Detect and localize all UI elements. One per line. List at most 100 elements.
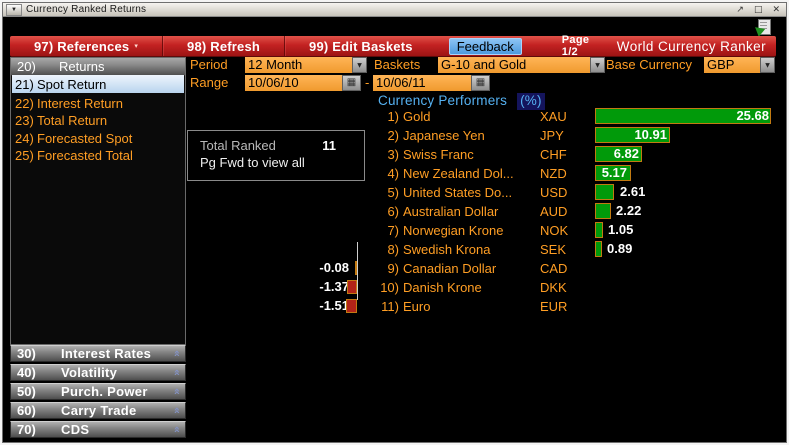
currency-row[interactable]: 9) Canadian Dollar CAD xyxy=(373,259,575,278)
currency-row[interactable]: 2) Japanese Yen JPY xyxy=(373,126,575,145)
range-label: Range xyxy=(190,75,229,90)
row-num: 9) xyxy=(387,261,399,276)
currency-row[interactable]: 8) Swedish Krona SEK xyxy=(373,240,575,259)
row-num: 6) xyxy=(387,204,399,219)
row-name: Canadian Dollar xyxy=(403,261,497,276)
app-area: 97) References ▾ 98) Refresh 99) Edit Ba… xyxy=(3,17,786,442)
total-ranked-value: 11 xyxy=(322,138,336,153)
export-icon[interactable] xyxy=(751,18,773,37)
references-button[interactable]: 97) References ▾ xyxy=(10,36,164,56)
base-currency-dropdown-button[interactable]: ▼ xyxy=(760,57,775,73)
window-title: Currency Ranked Returns xyxy=(26,4,147,15)
range-end-calendar-button[interactable]: ▦ xyxy=(471,75,490,91)
item-label: Interest Return xyxy=(37,96,123,111)
sidebar-item-purch-power[interactable]: 50) Purch. Power » xyxy=(10,383,186,400)
row-num: 5) xyxy=(387,185,399,200)
currency-row[interactable]: 10) Danish Krone DKK xyxy=(373,278,575,297)
base-currency-label: Base Currency xyxy=(606,57,692,72)
sidebar-header-returns[interactable]: 20) Returns xyxy=(11,58,185,76)
page-indicator: Page 1/2 xyxy=(561,34,590,58)
range-start-field[interactable]: 10/06/10 xyxy=(245,75,345,91)
maximize-icon[interactable]: □ xyxy=(751,5,766,15)
row-num: 4) xyxy=(387,166,399,181)
row-num: 8) xyxy=(387,242,399,257)
currency-row[interactable]: 1) Gold XAU xyxy=(373,107,575,126)
sidebar-header-label: Returns xyxy=(59,59,105,74)
refresh-button[interactable]: 98) Refresh xyxy=(163,36,286,56)
item-label: Total Return xyxy=(37,113,108,128)
sidebar-item-interest-rates[interactable]: 30) Interest Rates » xyxy=(10,345,186,362)
chevron-up-icon: » xyxy=(169,406,183,415)
sidebar-item-forecasted-total[interactable]: 25) Forecasted Total xyxy=(12,147,184,164)
bar-value-label: 5.17 xyxy=(601,165,627,180)
row-num: 1) xyxy=(387,109,399,124)
currency-row[interactable]: 6) Australian Dollar AUD xyxy=(373,202,575,221)
sidebar-item-forecasted-spot[interactable]: 24) Forecasted Spot xyxy=(12,130,184,147)
sidebar-item-total-return[interactable]: 23) Total Return xyxy=(12,112,184,129)
refresh-label: 98) Refresh xyxy=(187,38,261,54)
bar-value-label: -1.51 xyxy=(319,298,349,313)
currency-row[interactable]: 11) Euro EUR xyxy=(373,297,575,316)
base-currency-field[interactable]: GBP xyxy=(704,57,763,73)
value-bar-positive xyxy=(595,203,611,219)
baskets-dropdown-button[interactable]: ▼ xyxy=(590,57,605,73)
bar-value-label: 1.05 xyxy=(608,222,634,237)
sidebar-item-carry-trade[interactable]: 60) Carry Trade » xyxy=(10,402,186,419)
window-menu-button[interactable]: ▼ xyxy=(6,3,22,16)
currency-row[interactable]: 4) New Zealand Dol... NZD xyxy=(373,164,575,183)
row-name: Danish Krone xyxy=(403,280,482,295)
item-num: 21) xyxy=(15,76,34,92)
chevron-up-icon: » xyxy=(169,368,183,377)
dropdown-icon: ▼ xyxy=(357,61,362,69)
item-num: 40) xyxy=(17,365,36,380)
edit-baskets-button[interactable]: 99) Edit Baskets xyxy=(285,36,437,56)
baskets-field[interactable]: G-10 and Gold xyxy=(438,57,595,73)
item-num: 30) xyxy=(17,346,36,361)
sidebar-item-volatility[interactable]: 40) Volatility » xyxy=(10,364,186,381)
bar-value-label: -0.08 xyxy=(319,260,349,275)
value-bar-negative xyxy=(347,280,357,294)
item-num: 24) xyxy=(15,131,34,146)
row-ticker: NZD xyxy=(540,166,567,181)
pg-fwd-note: Pg Fwd to view all xyxy=(200,155,305,170)
value-bar-negative xyxy=(346,299,357,313)
period-field[interactable]: 12 Month xyxy=(245,57,355,73)
sidebar-item-interest-return[interactable]: 22) Interest Return xyxy=(12,95,184,112)
sidebar-item-cds[interactable]: 70) CDS » xyxy=(10,421,186,438)
row-ticker: JPY xyxy=(540,128,564,143)
popout-icon[interactable]: ↗ xyxy=(733,5,747,15)
row-name: Euro xyxy=(403,299,431,314)
bar-value-label: -1.37 xyxy=(319,279,349,294)
total-ranked-box: Total Ranked 11 Pg Fwd to view all xyxy=(187,130,365,181)
item-label: Volatility xyxy=(61,365,118,380)
row-ticker: EUR xyxy=(540,299,568,314)
period-label: Period xyxy=(190,57,228,72)
range-start-calendar-button[interactable]: ▦ xyxy=(342,75,361,91)
feedback-button[interactable]: Feedback xyxy=(448,37,522,55)
chevron-up-icon: » xyxy=(169,349,183,358)
total-ranked-label: Total Ranked xyxy=(200,138,276,153)
item-num: 23) xyxy=(15,113,34,128)
chevron-up-icon: » xyxy=(169,387,183,396)
dropdown-icon: ▼ xyxy=(765,61,770,69)
row-name: Gold xyxy=(403,109,431,124)
value-bar-positive xyxy=(595,241,602,257)
range-end-field[interactable]: 10/06/11 xyxy=(373,75,474,91)
row-num: 3) xyxy=(387,147,399,162)
currency-row[interactable]: 5) United States Do... USD xyxy=(373,183,575,202)
currency-row[interactable]: 3) Swiss Franc CHF xyxy=(373,145,575,164)
item-num: 25) xyxy=(15,148,34,163)
row-ticker: SEK xyxy=(540,242,567,257)
row-num: 7) xyxy=(387,223,399,238)
edit-baskets-label: 99) Edit Baskets xyxy=(309,38,413,54)
dropdown-icon: ▼ xyxy=(11,6,17,13)
bar-value-label: 6.82 xyxy=(613,146,639,161)
row-num: 10) xyxy=(380,280,399,295)
close-icon[interactable]: ✕ xyxy=(769,5,783,15)
item-label: Forecasted Spot xyxy=(37,131,133,146)
period-dropdown-button[interactable]: ▼ xyxy=(352,57,367,73)
calendar-icon: ▦ xyxy=(346,77,357,88)
bar-value-label: 10.91 xyxy=(634,127,667,142)
currency-row[interactable]: 7) Norwegian Krone NOK xyxy=(373,221,575,240)
sidebar-item-spot-return[interactable]: 21) Spot Return xyxy=(12,75,184,93)
